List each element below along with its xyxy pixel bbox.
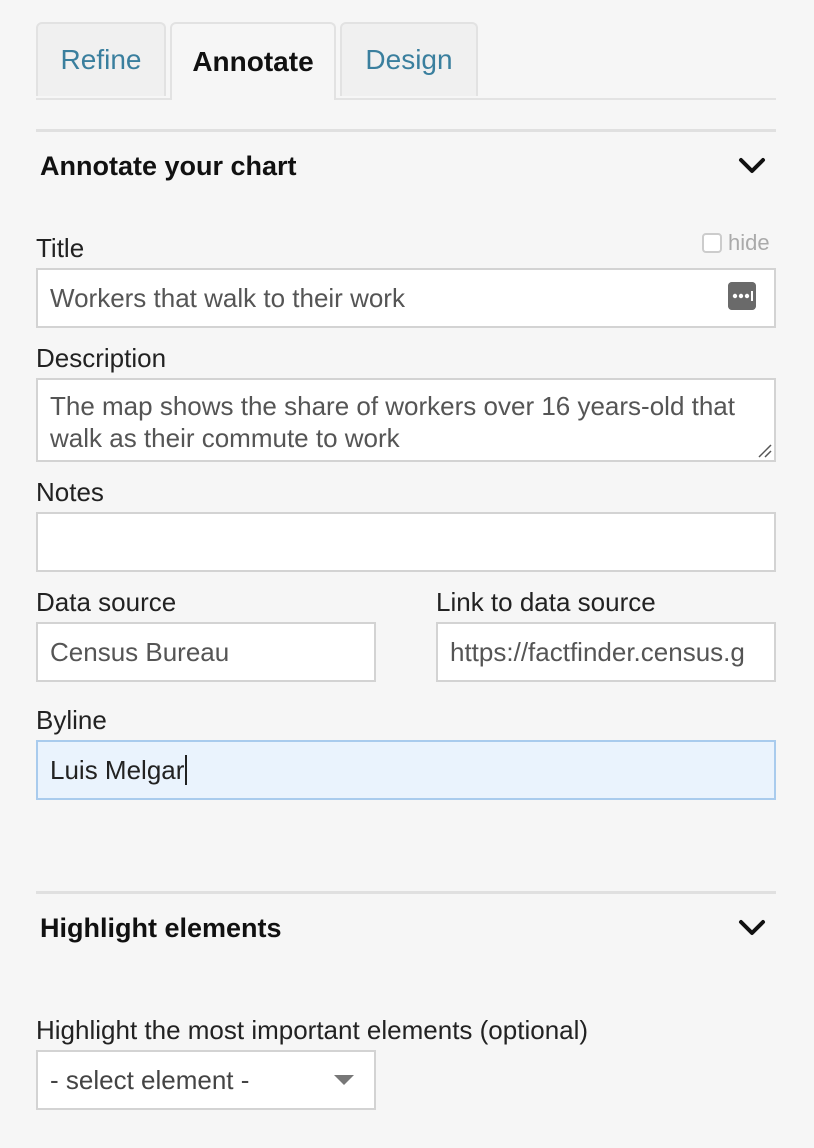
notes-label: Notes xyxy=(36,477,104,507)
data-source-input[interactable]: Census Bureau xyxy=(36,622,376,682)
highlight-section-header[interactable]: Highlight elements xyxy=(40,908,776,948)
data-source-input-value: Census Bureau xyxy=(50,636,230,667)
hide-title-toggle[interactable]: hide xyxy=(702,230,770,256)
annotate-section-header[interactable]: Annotate your chart xyxy=(40,146,776,186)
tab-design[interactable]: Design xyxy=(340,22,478,96)
tab-refine-label: Refine xyxy=(60,44,142,75)
annotate-section-title: Annotate your chart xyxy=(40,150,297,181)
text-cursor xyxy=(185,755,188,785)
description-textarea[interactable]: The map shows the share of workers over … xyxy=(36,378,776,462)
description-textarea-value: The map shows the share of workers over … xyxy=(50,391,735,453)
data-source-label: Data source xyxy=(36,587,177,617)
byline-label: Byline xyxy=(36,705,107,735)
title-input[interactable]: Workers that walk to their work xyxy=(36,268,776,328)
hide-title-checkbox[interactable] xyxy=(702,233,722,253)
title-input-value: Workers that walk to their work xyxy=(50,282,405,313)
tab-annotate[interactable]: Annotate xyxy=(170,22,336,100)
tab-design-label: Design xyxy=(365,44,453,75)
title-label: Title xyxy=(36,233,85,263)
section-divider xyxy=(36,891,776,894)
byline-input[interactable]: Luis Melgar xyxy=(36,740,776,800)
select-element-dropdown[interactable]: - select element - xyxy=(36,1050,376,1110)
highlight-instruction: Highlight the most important elements (o… xyxy=(36,1015,589,1045)
chevron-down-icon xyxy=(739,920,765,935)
select-element-value: - select element - xyxy=(50,1064,250,1095)
hide-title-label: hide xyxy=(728,230,770,255)
tab-bar: Refine Annotate Design xyxy=(36,22,776,100)
resize-grip-icon[interactable] xyxy=(756,442,772,458)
description-label: Description xyxy=(36,343,167,373)
link-to-data-source-label: Link to data source xyxy=(436,587,656,617)
notes-input[interactable] xyxy=(36,512,776,572)
byline-input-value: Luis Melgar xyxy=(50,754,185,785)
link-to-data-source-input-value: https://factfinder.census.g xyxy=(450,636,745,667)
section-divider xyxy=(36,129,776,132)
tab-refine[interactable]: Refine xyxy=(36,22,166,96)
tab-annotate-label: Annotate xyxy=(192,46,314,77)
highlight-section-title: Highlight elements xyxy=(40,912,282,943)
link-to-data-source-input[interactable]: https://factfinder.census.g xyxy=(436,622,776,682)
dropdown-arrow-icon xyxy=(334,1075,354,1085)
password-manager-dots-icon[interactable] xyxy=(728,282,756,310)
chevron-down-icon xyxy=(739,158,765,173)
annotate-panel: Refine Annotate Design Annotate your cha… xyxy=(0,0,814,1148)
